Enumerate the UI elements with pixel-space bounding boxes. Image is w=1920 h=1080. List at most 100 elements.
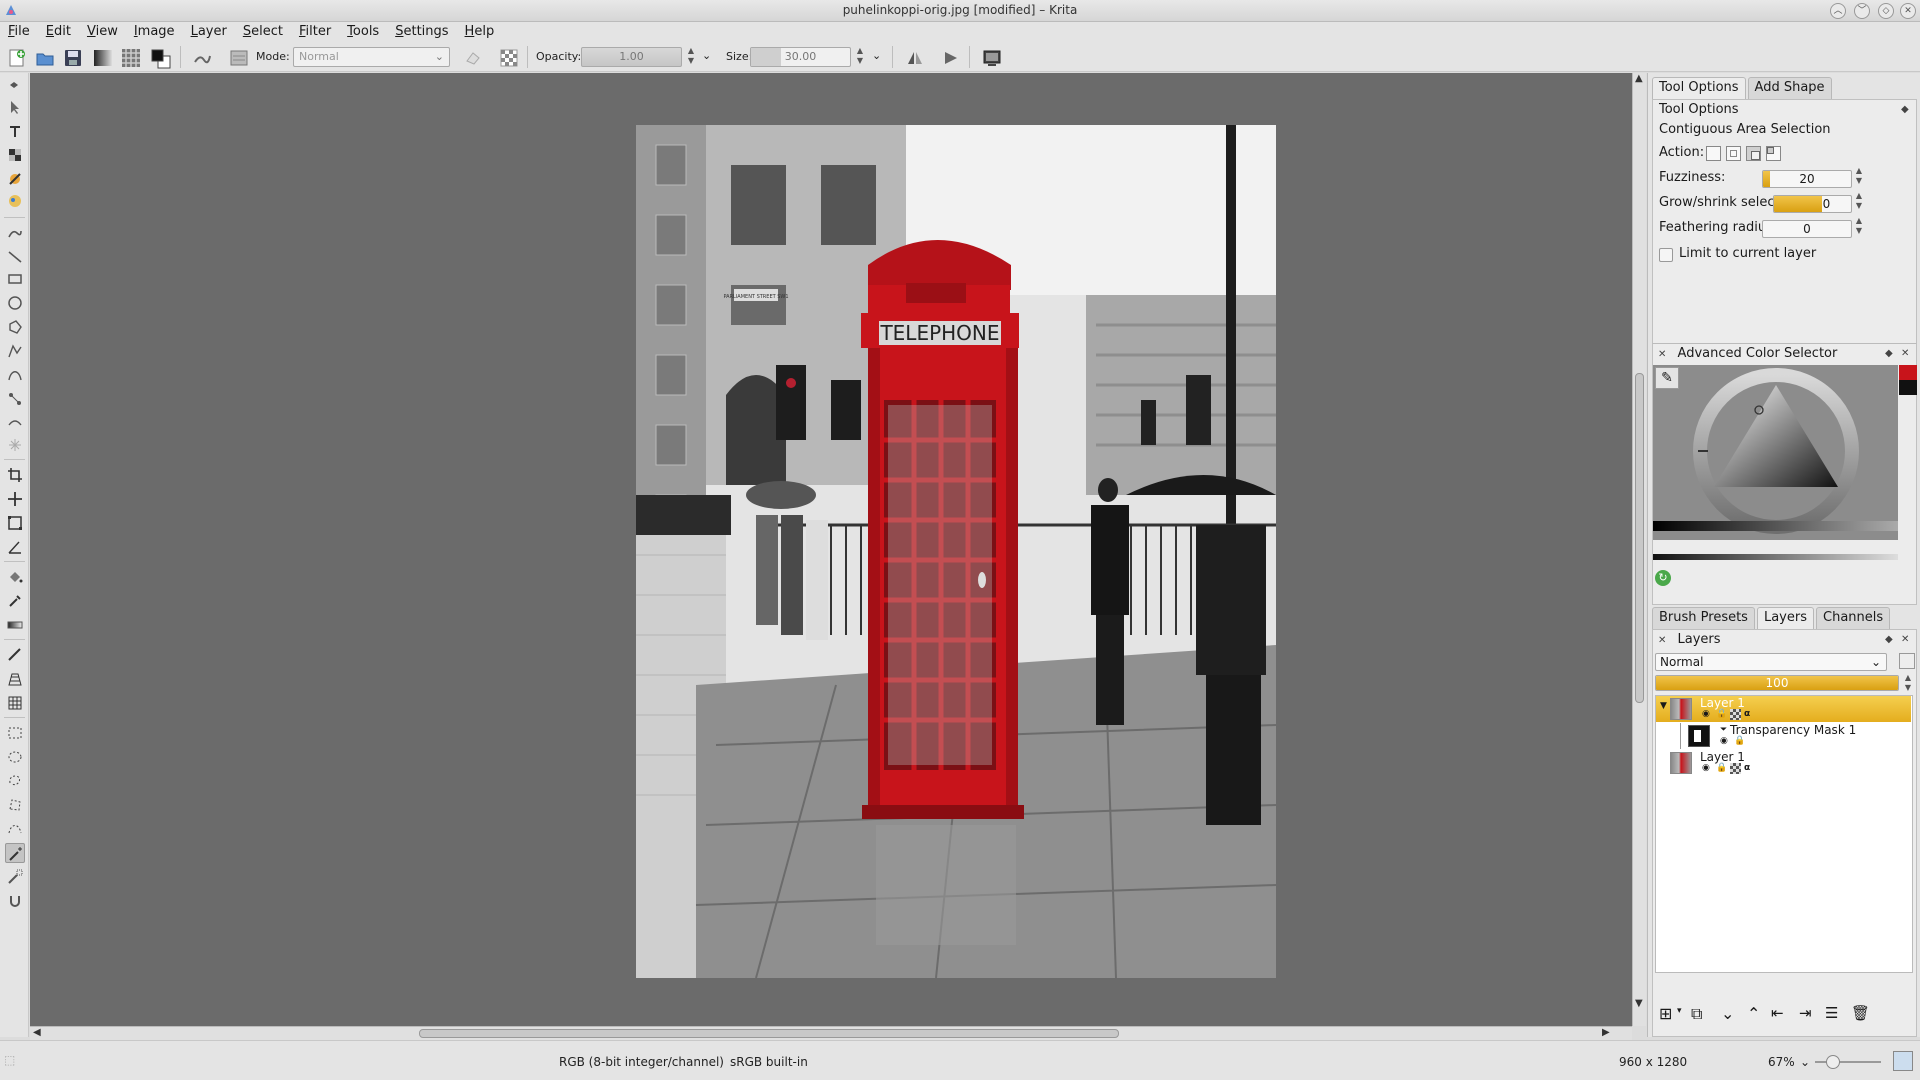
toolbox-menu-icon[interactable] (5, 79, 25, 89)
rectangle-tool[interactable] (5, 269, 25, 289)
foreground-background-colors[interactable] (146, 44, 172, 70)
chevron-down-icon[interactable]: ▾ (1677, 1006, 1682, 1016)
ellipse-tool[interactable] (5, 293, 25, 313)
visibility-eye-icon[interactable]: ◉ (1702, 763, 1713, 774)
float-panel-icon[interactable]: ◆ (1901, 100, 1909, 120)
tab-brush-presets[interactable]: Brush Presets (1652, 607, 1755, 629)
menu-file[interactable]: File (0, 22, 38, 42)
gradient-preset-button[interactable] (89, 44, 115, 70)
menu-filter[interactable]: Filter (291, 22, 339, 42)
history-color-red[interactable] (1899, 365, 1917, 380)
visibility-eye-icon[interactable]: ◉ (1720, 736, 1731, 747)
similar-color-selection-tool[interactable] (5, 867, 25, 887)
color-selector-area[interactable]: ✎ (1653, 365, 1898, 540)
opacity-slider[interactable]: 1.00 (581, 47, 682, 67)
scroll-left-icon[interactable]: ◀ (33, 1027, 41, 1038)
delete-layer-icon[interactable]: 🗑 (1851, 1004, 1870, 1022)
scroll-right-icon[interactable]: ▶ (1602, 1027, 1610, 1038)
line-tool[interactable] (5, 247, 25, 267)
vertical-scrollbar[interactable]: ▲ ▼ (1632, 73, 1646, 1026)
bezier-tool[interactable] (5, 365, 25, 385)
workspace-chooser-button[interactable] (978, 44, 1004, 70)
open-document-button[interactable] (31, 44, 57, 70)
grow-shrink-slider[interactable]: 0 (1773, 195, 1852, 213)
assistant-ruler-tool[interactable] (5, 645, 25, 665)
tab-layers[interactable]: Layers (1756, 607, 1814, 629)
intersect-selection-icon[interactable] (1726, 146, 1741, 161)
maximize-icon[interactable]: ◇ (1878, 3, 1894, 19)
color-picker-tool[interactable] (5, 591, 25, 611)
alpha-lock-icon[interactable] (1730, 709, 1741, 720)
layer-row[interactable]: Layer 1 ◉ 🔒 α (1656, 750, 1911, 776)
duplicate-layer-icon[interactable]: ⧉ (1691, 1004, 1702, 1024)
close-panel-icon[interactable]: ✕ (1901, 344, 1909, 364)
replace-selection-icon[interactable] (1706, 146, 1721, 161)
scroll-up-icon[interactable]: ▲ (1635, 73, 1643, 84)
menu-help[interactable]: Help (457, 22, 503, 42)
menu-select[interactable]: Select (235, 22, 291, 42)
alpha-inherit-icon[interactable]: α (1744, 763, 1755, 774)
mask-row[interactable]: Transparency Mask 1 ⏷ ◉ 🔒 (1656, 723, 1911, 749)
photo-canvas[interactable]: PARLIAMENT STREET SW1 TELEPHONE (636, 125, 1276, 978)
add-layer-icon[interactable]: ⊞ (1659, 1004, 1672, 1023)
menu-image[interactable]: Image (126, 22, 183, 42)
pattern-preset-button[interactable] (117, 44, 143, 70)
horizontal-scroll-thumb[interactable] (419, 1029, 1119, 1038)
expand-arrow-icon[interactable]: ▼ (1660, 701, 1667, 711)
layer-properties-icon[interactable]: ☰ (1825, 1004, 1838, 1022)
perspective-grid-tool[interactable] (5, 669, 25, 689)
move-layer-down-icon[interactable]: ⌄ (1721, 1004, 1734, 1023)
grow-shrink-spin-arrows[interactable]: ▲ ▼ (1854, 191, 1864, 213)
pattern-edit-tool[interactable] (5, 191, 25, 211)
add-selection-icon[interactable] (1746, 146, 1761, 161)
scroll-down-icon[interactable]: ▼ (1635, 998, 1643, 1009)
crop-tool[interactable] (5, 465, 25, 485)
menu-layer[interactable]: Layer (183, 22, 235, 42)
polygonal-selection-tool[interactable] (5, 795, 25, 815)
grid-tool[interactable] (5, 693, 25, 713)
new-document-button[interactable] (3, 44, 29, 70)
zoom-slider-track[interactable] (1815, 1061, 1881, 1063)
tab-add-shape[interactable]: Add Shape (1747, 77, 1832, 99)
chevron-down-icon[interactable]: ⌄ (1800, 1055, 1810, 1069)
dynamic-brush-tool[interactable] (5, 389, 25, 409)
calligraphy-tool[interactable] (5, 169, 25, 189)
bezier-selection-tool[interactable] (5, 819, 25, 839)
text-tool[interactable] (5, 121, 25, 141)
tab-tool-options[interactable]: Tool Options (1652, 77, 1746, 99)
select-shapes-tool[interactable] (5, 97, 25, 117)
menu-settings[interactable]: Settings (387, 22, 456, 42)
layer-options-icon[interactable] (1899, 653, 1915, 669)
polyline-tool[interactable] (5, 341, 25, 361)
horizontal-scrollbar[interactable]: ◀ ▶ (30, 1026, 1632, 1040)
minimize-icon[interactable]: ︿ (1830, 3, 1846, 19)
vertical-scroll-thumb[interactable] (1635, 373, 1644, 703)
move-tool[interactable] (5, 489, 25, 509)
layer-opacity-spin-arrows[interactable]: ▲ ▼ (1903, 673, 1913, 695)
freehand-selection-tool[interactable] (5, 771, 25, 791)
transform-tool[interactable] (5, 513, 25, 533)
mirror-horizontal-button[interactable] (901, 44, 927, 70)
close-panel-icon[interactable]: ✕ (1901, 630, 1909, 650)
color-history-strip[interactable] (1899, 365, 1917, 395)
measure-tool[interactable] (5, 537, 25, 557)
value-bar[interactable] (1653, 521, 1898, 531)
color-wheel[interactable] (1653, 365, 1898, 540)
contiguous-selection-tool[interactable] (5, 843, 25, 863)
visibility-eye-icon[interactable]: ◉ (1702, 709, 1713, 720)
canvas-only-toggle-icon[interactable] (1893, 1051, 1913, 1071)
outdent-layer-icon[interactable]: ⇤ (1771, 1004, 1784, 1022)
indent-layer-icon[interactable]: ⇥ (1799, 1004, 1812, 1022)
feathering-spin-arrows[interactable]: ▲ ▼ (1854, 216, 1864, 238)
blend-mode-select[interactable]: Normal ⌄ (293, 47, 450, 67)
polygon-tool[interactable] (5, 317, 25, 337)
menu-tools[interactable]: Tools (339, 22, 387, 42)
close-icon[interactable]: ✕ (1900, 3, 1916, 19)
tab-channels[interactable]: Channels (1816, 607, 1891, 629)
mirror-vertical-button[interactable] (937, 44, 963, 70)
opacity-spin-arrows[interactable]: ▲ ▼ (686, 46, 696, 68)
canvas-area[interactable]: PARLIAMENT STREET SW1 TELEPHONE (30, 73, 1632, 1026)
save-button[interactable] (59, 44, 85, 70)
fuzziness-spin-arrows[interactable]: ▲ ▼ (1854, 166, 1864, 188)
layer-blend-mode-select[interactable]: Normal ⌄ (1655, 653, 1887, 671)
